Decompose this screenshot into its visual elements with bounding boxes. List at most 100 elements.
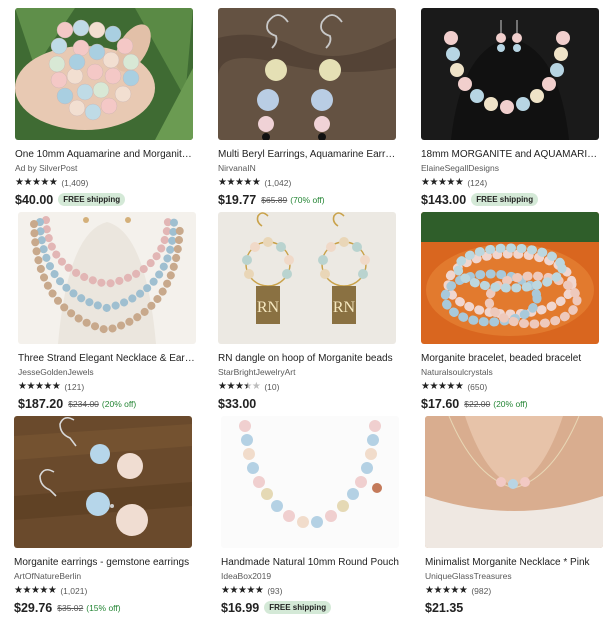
price: $19.77 <box>218 192 257 207</box>
original-price: $65.89 <box>261 194 288 205</box>
price-row: $21.35 <box>425 600 603 615</box>
star-icon: ★ <box>234 177 244 188</box>
listing-title[interactable]: One 10mm Aquamarine and Morganite Bracel… <box>15 149 193 161</box>
listing-card-1[interactable]: One 10mm Aquamarine and Morganite Bracel… <box>15 8 193 207</box>
listing-title[interactable]: RN dangle on hoop of Morganite beads <box>218 353 396 365</box>
rating: ★ ★ ★ ★ ★ (10) <box>218 381 396 392</box>
star-icon: ★ <box>437 381 447 392</box>
listing-card-9[interactable]: Minimalist Morganite Necklace * Pink Uni… <box>425 416 603 615</box>
shop-name: ElaineSegallDesigns <box>421 163 499 173</box>
shop-name: JesseGoldenJewels <box>18 367 94 377</box>
star-icon: ★ <box>18 381 27 392</box>
discount-text: (70% off) <box>290 194 325 205</box>
star-icon: ★ <box>425 585 434 596</box>
listing-card-5[interactable]: RN RN RN dangle on hoop of Morganite bea… <box>218 212 396 411</box>
star-icon: ★ <box>251 381 261 392</box>
star-icon: ★ <box>221 585 230 596</box>
free-shipping-badge: FREE shipping <box>471 193 539 206</box>
listing-card-2[interactable]: Multi Beryl Earrings, Aquamarine Earring… <box>218 8 396 207</box>
price: $21.35 <box>425 600 464 615</box>
listing-title[interactable]: Multi Beryl Earrings, Aquamarine Earring… <box>218 149 396 161</box>
star-icon: ★ <box>34 381 44 392</box>
star-icon: ★ <box>229 585 238 596</box>
star-icon: ★ <box>40 177 49 188</box>
star-icon: ★ <box>246 585 255 596</box>
listing-image-9[interactable] <box>425 416 603 548</box>
star-icon: ★ <box>254 585 264 596</box>
listing-card-6[interactable]: Morganite bracelet, beaded bracelet Natu… <box>421 212 599 411</box>
discount-text: (15% off) <box>86 602 121 613</box>
listing-image-4[interactable] <box>18 212 196 344</box>
listing-image-3[interactable] <box>421 8 599 140</box>
listing-image-2[interactable] <box>218 8 396 140</box>
original-price: $22.00 <box>464 398 491 409</box>
price: $33.00 <box>218 396 257 411</box>
star-icon: ★ <box>237 585 247 596</box>
price: $29.76 <box>14 600 53 615</box>
star-icon: ★ <box>22 585 31 596</box>
rating: ★ ★ ★ ★ ★ (982) <box>425 585 603 596</box>
star-icon: ★ <box>31 177 41 188</box>
star-icon: ★ <box>43 381 52 392</box>
star-icon: ★ <box>47 585 57 596</box>
price-row: $40.00 FREE shipping <box>15 192 193 207</box>
listing-image-1[interactable] <box>15 8 193 140</box>
price-row: $16.99 FREE shipping <box>221 600 399 615</box>
listing-image-6[interactable] <box>421 212 599 344</box>
price-row: $143.00 FREE shipping <box>421 192 599 207</box>
shop-name: Ad by SilverPost <box>15 163 78 173</box>
star-rating: ★ ★ ★ ★ ★ <box>218 177 261 188</box>
price-row: $33.00 <box>218 396 396 411</box>
shop-name: IdeaBox2019 <box>221 571 272 581</box>
listing-title[interactable]: Morganite earrings - gemstone earrings <box>14 557 192 569</box>
price: $16.99 <box>221 600 260 615</box>
price: $40.00 <box>15 192 54 207</box>
review-count: (982) <box>471 585 492 596</box>
review-count: (1,409) <box>61 177 89 188</box>
shop-name: UniqueGlassTreasures <box>425 571 512 581</box>
star-icon: ★ <box>15 177 24 188</box>
free-shipping-badge: FREE shipping <box>264 601 332 614</box>
listing-image-7[interactable] <box>14 416 192 548</box>
star-rating: ★ ★ ★ ★ ★ <box>15 177 58 188</box>
star-icon: ★ <box>441 585 451 596</box>
star-icon: ★ <box>251 177 261 188</box>
star-icon: ★ <box>433 585 442 596</box>
star-rating: ★ ★ ★ ★ ★ <box>421 177 464 188</box>
review-count: (650) <box>467 381 488 392</box>
shop-name: NirvanaIN <box>218 163 256 173</box>
free-shipping-badge: FREE shipping <box>58 193 126 206</box>
listing-card-8[interactable]: Handmade Natural 10mm Round Pouch IdeaBo… <box>221 416 399 615</box>
listing-title[interactable]: Three Strand Elegant Necklace & Earrings <box>18 353 196 365</box>
star-rating: ★ ★ ★ ★ ★ <box>425 585 468 596</box>
star-icon: ★ <box>23 177 32 188</box>
price-row: $17.60 $22.00 (20% off) <box>421 396 599 411</box>
star-icon: ★ <box>450 585 459 596</box>
listing-title[interactable]: Handmade Natural 10mm Round Pouch <box>221 557 399 569</box>
star-icon: ★ <box>437 177 447 188</box>
discount-text: (20% off) <box>101 398 137 409</box>
review-count: (124) <box>467 177 488 188</box>
star-icon: ★ <box>446 177 455 188</box>
star-icon: ★ <box>30 585 40 596</box>
listing-title[interactable]: Minimalist Morganite Necklace * Pink <box>425 557 603 569</box>
listing-card-3[interactable]: 18mm MORGANITE and AQUAMARINE Necklace E… <box>421 8 599 207</box>
listing-card-7[interactable]: Morganite earrings - gemstone earrings A… <box>14 416 192 615</box>
shop-name: Naturalsoulcrystals <box>421 367 493 377</box>
star-icon: ★ <box>51 381 61 392</box>
listing-card-4[interactable]: Three Strand Elegant Necklace & Earrings… <box>18 212 196 411</box>
price: $143.00 <box>421 192 467 207</box>
rating: ★ ★ ★ ★ ★ (1,042) <box>218 177 396 188</box>
star-icon: ★ <box>218 177 227 188</box>
listing-title[interactable]: 18mm MORGANITE and AQUAMARINE Necklace <box>421 149 599 161</box>
star-icon: ★ <box>218 381 227 392</box>
listing-image-8[interactable] <box>221 416 399 548</box>
listing-title[interactable]: Morganite bracelet, beaded bracelet <box>421 353 599 365</box>
star-icon: ★ <box>458 585 468 596</box>
star-icon: ★ <box>454 177 464 188</box>
price: $187.20 <box>18 396 64 411</box>
review-count: (93) <box>267 585 283 596</box>
star-icon: ★ <box>234 381 244 392</box>
listing-image-5[interactable]: RN RN <box>218 212 396 344</box>
rating: ★ ★ ★ ★ ★ (1,409) <box>15 177 193 188</box>
